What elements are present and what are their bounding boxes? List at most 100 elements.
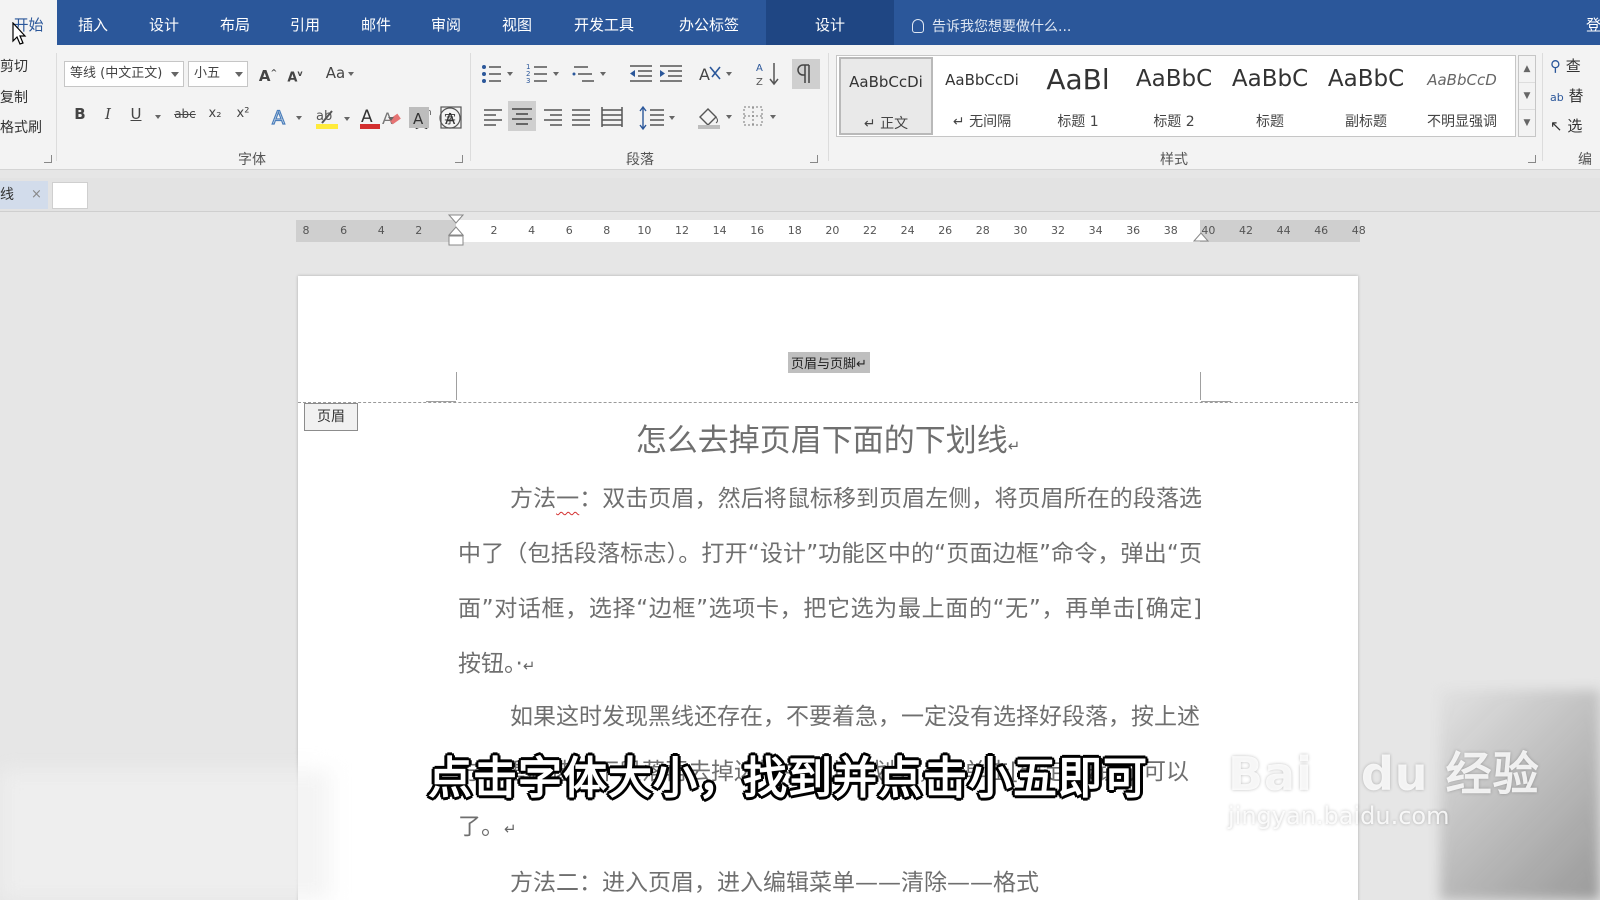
shrink-font-button[interactable]: Av: [284, 62, 306, 88]
close-icon[interactable]: ×: [31, 181, 42, 209]
font-size-combo[interactable]: 小五: [188, 61, 248, 87]
horizontal-ruler[interactable]: 8 6 4 2 2 4 6 8 10 12 14 16 18 20 22 24 26 28 30 32 34 36 38 40…: [296, 214, 1366, 246]
paragraph-method-one[interactable]: 方法一：双击页眉，然后将鼠标移到页眉左侧，将页眉所在的段落选中了（包括段落标志）…: [458, 472, 1202, 694]
group-separator: [1542, 53, 1543, 161]
justify-icon[interactable]: [570, 105, 592, 129]
superscript-button[interactable]: x²: [232, 102, 254, 128]
align-left-icon[interactable]: [482, 105, 504, 129]
decrease-indent-icon[interactable]: [628, 61, 654, 87]
ruler-tick-label: 38: [1163, 224, 1178, 237]
style-subtle-emphasis[interactable]: AaBbCcD 不明显强调: [1415, 57, 1509, 135]
character-shading-icon[interactable]: A: [408, 106, 430, 130]
ruler-tick-label: 4: [377, 224, 385, 237]
bullets-icon[interactable]: [480, 61, 520, 87]
styles-group-label: 样式: [1160, 152, 1188, 168]
font-dialog-launcher[interactable]: [455, 155, 463, 163]
ruler-tick-label: 16: [750, 224, 765, 237]
svg-text:3: 3: [526, 77, 530, 85]
style-name: 标题 2: [1153, 114, 1195, 130]
ribbon: 剪切 复制 格式刷 等线 (中文正文) 小五 A^ Av Aa A wén文 A…: [0, 45, 1600, 170]
text-effects-icon[interactable]: A: [270, 105, 308, 129]
chevron-up-icon[interactable]: ▲: [1519, 56, 1535, 83]
style-title[interactable]: AaBbC 标题: [1223, 57, 1317, 135]
tab-developer[interactable]: 开发工具: [563, 0, 645, 45]
replace-button[interactable]: ab 替: [1550, 85, 1584, 106]
numbering-icon[interactable]: 123: [526, 61, 566, 87]
subscript-button[interactable]: x₂: [204, 102, 226, 128]
ruler-tick-label: 18: [787, 224, 802, 237]
indent-marker-icon[interactable]: [447, 214, 465, 250]
new-tab-button[interactable]: [52, 182, 88, 209]
styles-gallery: AaBbCcDi ↵ 正文 AaBbCcDi ↵ 无间隔 AaBl 标题 1 A…: [836, 55, 1516, 137]
chevron-down-icon[interactable]: ▼: [1519, 83, 1535, 110]
bold-button[interactable]: B: [70, 102, 90, 128]
tab-view[interactable]: 视图: [486, 0, 548, 45]
select-button[interactable]: ↖ 选: [1550, 115, 1582, 136]
strikethrough-button[interactable]: abc: [168, 102, 202, 128]
svg-text:A: A: [413, 110, 424, 128]
tab-header-footer-design[interactable]: 设计: [766, 0, 894, 45]
document-page[interactable]: 页眉与页脚↵ 页眉 怎么去掉页眉下面的下划线↵ 方法一：双击页眉，然后将鼠标移到…: [298, 276, 1358, 900]
borders-icon[interactable]: [742, 105, 782, 129]
group-separator: [828, 53, 829, 161]
tab-review[interactable]: 审阅: [415, 0, 477, 45]
right-indent-marker-icon[interactable]: [1193, 228, 1209, 242]
tab-layout[interactable]: 布局: [204, 0, 266, 45]
tab-insert[interactable]: 插入: [62, 0, 124, 45]
login-link[interactable]: 登: [1586, 0, 1600, 45]
align-center-button[interactable]: [508, 101, 536, 131]
grow-font-button[interactable]: A^: [256, 61, 280, 87]
paragraph-method-two[interactable]: 方法二：进入页眉，进入编辑菜单——清除——格式: [458, 856, 1202, 900]
chevron-down-icon: [235, 72, 243, 77]
style-sample: AaBl: [1046, 63, 1110, 96]
asian-layout-icon[interactable]: A: [698, 61, 738, 87]
style-heading-1[interactable]: AaBl 标题 1: [1031, 57, 1125, 135]
styles-dialog-launcher[interactable]: [1528, 155, 1536, 163]
style-normal[interactable]: AaBbCcDi ↵ 正文: [839, 57, 933, 135]
style-no-spacing[interactable]: AaBbCcDi ↵ 无间隔: [935, 57, 1029, 135]
expand-gallery-icon[interactable]: ▼: [1519, 110, 1535, 137]
find-button[interactable]: ⚲ 查: [1550, 55, 1581, 76]
copy-button[interactable]: 复制: [0, 87, 28, 107]
italic-button[interactable]: I: [98, 102, 118, 128]
line-spacing-icon[interactable]: [638, 105, 678, 131]
ruler-tick-label: 42: [1239, 224, 1253, 237]
style-name: 标题: [1256, 114, 1284, 130]
ruler-tick-label: 36: [1126, 224, 1141, 237]
font-color-icon[interactable]: A: [358, 105, 398, 131]
highlight-color-icon[interactable]: ab: [314, 105, 354, 131]
lightbulb-icon: [912, 19, 924, 33]
document-title[interactable]: 怎么去掉页眉下面的下划线↵: [298, 415, 1358, 460]
tab-design[interactable]: 设计: [133, 0, 195, 45]
chevron-down-icon[interactable]: [155, 115, 161, 119]
shading-icon[interactable]: [696, 103, 736, 131]
ruler-tick-label: 46: [1314, 224, 1329, 237]
enclose-characters-icon[interactable]: 字: [438, 105, 462, 131]
tab-references[interactable]: 引用: [274, 0, 336, 45]
paragraph-dialog-launcher[interactable]: [810, 155, 818, 163]
underline-button[interactable]: U: [126, 102, 146, 128]
tab-home[interactable]: 开始: [0, 0, 57, 45]
header-content[interactable]: 页眉与页脚↵: [788, 352, 870, 373]
multilevel-list-icon[interactable]: [572, 61, 612, 87]
align-right-icon[interactable]: [542, 105, 564, 129]
cut-button[interactable]: 剪切: [0, 56, 28, 76]
tell-me-search[interactable]: 告诉我您想要做什么...: [912, 0, 1071, 45]
show-formatting-marks-button[interactable]: [792, 59, 820, 89]
font-name-combo[interactable]: 等线 (中文正文): [64, 61, 184, 87]
format-painter-button[interactable]: 格式刷: [0, 117, 42, 137]
sort-icon[interactable]: AZ: [756, 59, 782, 89]
styles-gallery-scroll[interactable]: ▲ ▼ ▼: [1518, 55, 1536, 137]
change-case-button[interactable]: Aa: [320, 61, 360, 87]
style-heading-2[interactable]: AaBbC 标题 2: [1127, 57, 1221, 135]
document-tab[interactable]: 线 ×: [0, 181, 48, 209]
svg-text:A: A: [756, 63, 763, 74]
distributed-icon[interactable]: [600, 105, 624, 129]
group-separator: [470, 53, 471, 161]
style-subtitle[interactable]: AaBbC 副标题: [1319, 57, 1413, 135]
font-name-value: 等线 (中文正文): [70, 66, 163, 81]
clipboard-dialog-launcher[interactable]: [44, 155, 52, 163]
tab-office-tab[interactable]: 办公标签: [664, 0, 754, 45]
tab-mailings[interactable]: 邮件: [345, 0, 407, 45]
increase-indent-icon[interactable]: [658, 61, 684, 87]
